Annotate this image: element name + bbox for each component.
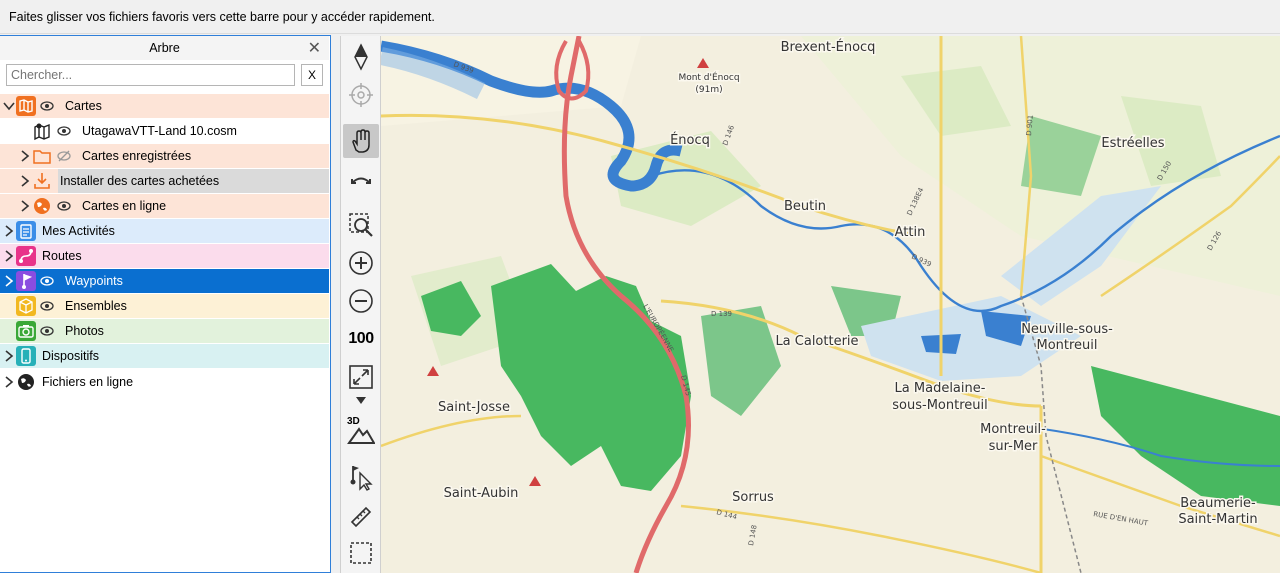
chevron-right-icon[interactable] — [3, 273, 15, 289]
place-label: Montreuil — [1036, 338, 1097, 353]
tree-item-label: Cartes — [65, 99, 102, 113]
tree-item-online-maps[interactable]: Cartes en ligne — [0, 194, 329, 218]
eye-icon[interactable] — [57, 125, 71, 137]
search-input[interactable] — [6, 64, 295, 86]
map-toolbar: 100 3D — [340, 36, 381, 573]
pan-hand-icon[interactable] — [343, 124, 379, 158]
tree-item-label: Cartes enregistrées — [82, 149, 192, 163]
flag-icon — [16, 271, 36, 291]
panel-header: Arbre ✕ — [0, 36, 329, 60]
expand-toolbar-icon[interactable] — [343, 392, 379, 408]
place-label: La Calotterie — [775, 334, 858, 349]
zoom-100-label: 100 — [348, 330, 374, 347]
zoom-in-icon[interactable] — [343, 246, 379, 280]
tree-item-label: Waypoints — [65, 274, 123, 288]
place-label: Mont d'Énocq — [678, 71, 739, 83]
tree-item-routes[interactable]: Routes — [0, 244, 329, 268]
undo-icon[interactable] — [343, 164, 379, 198]
tree-item-label: Mes Activités — [42, 224, 115, 238]
tree-item-install-maps[interactable]: Installer des cartes achetées — [0, 169, 329, 193]
place-label: sous-Montreuil — [892, 398, 987, 413]
compass-icon[interactable] — [343, 40, 379, 74]
route-icon — [16, 246, 36, 266]
tree-item-waypoints[interactable]: Waypoints — [0, 269, 329, 293]
chevron-right-icon[interactable] — [19, 148, 31, 164]
select-rect-icon[interactable] — [343, 536, 379, 570]
eye-icon[interactable] — [40, 300, 54, 312]
globe-icon — [32, 196, 52, 216]
map-icon — [16, 96, 36, 116]
ruler-icon[interactable] — [343, 500, 379, 534]
close-icon[interactable]: ✕ — [308, 38, 321, 58]
chevron-down-icon[interactable] — [3, 98, 15, 114]
tree-item-label: Dispositifs — [42, 349, 99, 363]
topo-map[interactable]: Brexent-Énocq Mont d'Énocq (91m) Énocq E… — [381, 36, 1280, 573]
cube-icon — [16, 296, 36, 316]
place-label: (91m) — [695, 85, 722, 95]
tree-item-photos[interactable]: Photos — [0, 319, 329, 343]
place-label: Beaumerie- — [1180, 496, 1256, 511]
place-label: Neuville-sous- — [1021, 322, 1113, 337]
tree-item-cartes[interactable]: Cartes — [0, 94, 329, 118]
phone-icon — [16, 346, 36, 366]
place-label: Brexent-Énocq — [781, 39, 876, 55]
zoom-100-button[interactable]: 100 — [343, 322, 379, 356]
chevron-right-icon[interactable] — [19, 173, 31, 189]
chevron-right-icon[interactable] — [3, 248, 15, 264]
eye-icon[interactable] — [57, 200, 71, 212]
road-label: D 139 — [711, 310, 732, 318]
map-view[interactable]: Brexent-Énocq Mont d'Énocq (91m) Énocq E… — [381, 36, 1280, 573]
place-label: La Madelaine- — [895, 381, 986, 396]
tree-item-label: Ensembles — [65, 299, 127, 313]
eye-icon[interactable] — [40, 325, 54, 337]
tree-item-saved-maps[interactable]: Cartes enregistrées — [0, 144, 329, 168]
place-label: sur-Mer — [989, 439, 1038, 454]
chevron-right-icon[interactable] — [3, 223, 15, 239]
tree-item-label: Routes — [42, 249, 82, 263]
tree-item-label: Installer des cartes achetées — [60, 174, 220, 188]
place-label: Saint-Aubin — [444, 486, 519, 501]
tree-item-label: Cartes en ligne — [82, 199, 167, 213]
tree-item-label: Fichiers en ligne — [42, 375, 134, 389]
clipboard-icon — [16, 221, 36, 241]
fit-extent-icon[interactable] — [343, 360, 379, 394]
camera-icon — [16, 321, 36, 341]
favorites-bar-hint: Faites glisser vos fichiers favoris vers… — [9, 10, 435, 24]
tree-item-sets[interactable]: Ensembles — [0, 294, 329, 318]
place-label: Énocq — [670, 132, 710, 148]
chevron-right-icon[interactable] — [3, 348, 15, 364]
place-label: Attin — [895, 225, 926, 240]
search-clear-button[interactable]: X — [301, 64, 323, 86]
eye-hidden-icon[interactable] — [57, 150, 71, 162]
tree-panel: Arbre ✕ X Cartes UtagawaVTT-Land 10.cosm — [0, 35, 331, 573]
eye-icon[interactable] — [40, 100, 54, 112]
place-label: Montreuil- — [980, 422, 1046, 437]
globe-icon — [16, 372, 36, 392]
tree-item-online-files[interactable]: Fichiers en ligne — [0, 370, 329, 394]
place-label: Saint-Josse — [438, 400, 510, 415]
place-label: Saint-Martin — [1178, 512, 1257, 527]
locate-icon[interactable] — [343, 78, 379, 112]
eye-icon[interactable] — [40, 275, 54, 287]
tree-item-label: Photos — [65, 324, 104, 338]
place-label: Sorrus — [732, 490, 774, 505]
zoom-out-icon[interactable] — [343, 284, 379, 318]
map-file-icon — [32, 121, 52, 141]
tree-item-devices[interactable]: Dispositifs — [0, 344, 329, 368]
chevron-right-icon[interactable] — [19, 198, 31, 214]
tree-item-label: UtagawaVTT-Land 10.cosm — [82, 124, 237, 138]
favorites-bar: Faites glisser vos fichiers favoris vers… — [0, 0, 1280, 34]
waypoint-select-icon[interactable] — [343, 460, 379, 494]
chevron-right-icon[interactable] — [3, 374, 15, 390]
view-3d-button[interactable]: 3D — [343, 414, 379, 448]
tree-item-activities[interactable]: Mes Activités — [0, 219, 329, 243]
download-icon — [32, 171, 52, 191]
mountain-icon — [347, 427, 375, 444]
place-label: Beutin — [784, 199, 826, 214]
panel-title: Arbre — [149, 41, 180, 55]
zoom-area-icon[interactable] — [343, 208, 379, 242]
place-label: Estréelles — [1101, 136, 1164, 151]
tree-item-map-file[interactable]: UtagawaVTT-Land 10.cosm — [0, 119, 329, 143]
folder-icon — [32, 146, 52, 166]
